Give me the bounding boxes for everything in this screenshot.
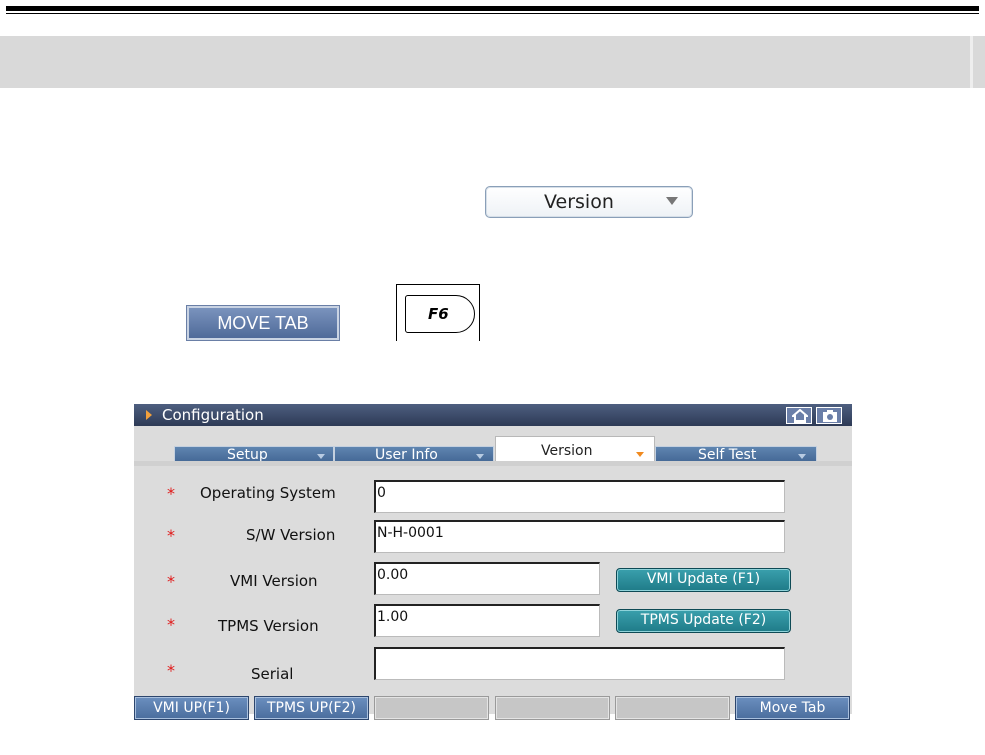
form-row-operating-system: * Operating System 0 — [134, 478, 852, 518]
required-marker: * — [167, 615, 175, 634]
tpms-up-f2-button[interactable]: TPMS UP(F2) — [254, 696, 369, 720]
play-icon — [146, 410, 152, 420]
camera-button[interactable] — [816, 407, 842, 424]
configuration-window: Configuration Setup User Info Version Se… — [134, 404, 852, 720]
required-marker: * — [167, 484, 175, 503]
window-title-bar: Configuration — [134, 404, 852, 426]
chevron-down-icon — [666, 197, 678, 205]
chevron-down-icon — [798, 454, 806, 459]
required-marker: * — [167, 572, 175, 591]
version-dropdown-label: Version — [544, 191, 614, 213]
function-key-bar: VMI UP(F1) TPMS UP(F2) Move Tab — [134, 696, 852, 720]
form-row-tpms-version: * TPMS Version 1.00 TPMS Update (F2) — [134, 604, 852, 644]
window-title: Configuration — [162, 406, 264, 424]
required-marker: * — [167, 526, 175, 545]
function-key-empty-3[interactable] — [374, 696, 489, 720]
form-row-vmi-version: * VMI Version 0.00 VMI Update (F1) — [134, 562, 852, 602]
sw-version-field[interactable]: N-H-0001 — [374, 520, 785, 553]
chevron-down-icon — [317, 454, 325, 459]
vmi-up-f1-button[interactable]: VMI UP(F1) — [134, 696, 249, 720]
move-tab-button-sample[interactable]: MOVE TAB — [186, 305, 340, 341]
serial-field[interactable] — [374, 647, 785, 680]
f6-key-label: F6 — [428, 305, 449, 323]
chevron-down-icon — [636, 452, 644, 457]
vmi-version-label: VMI Version — [230, 572, 318, 590]
home-button[interactable] — [786, 407, 812, 424]
tab-strip: Setup User Info Version Self Test — [134, 426, 852, 466]
move-tab-button[interactable]: Move Tab — [735, 696, 850, 720]
section-band-edge — [970, 36, 973, 88]
operating-system-label: Operating System — [200, 484, 336, 502]
camera-icon — [823, 410, 837, 422]
section-band — [0, 36, 985, 88]
header-rule-thick — [6, 6, 979, 11]
form-row-serial: * Serial — [134, 646, 852, 686]
chevron-down-icon — [476, 454, 484, 459]
operating-system-field[interactable]: 0 — [374, 480, 785, 513]
home-icon — [792, 409, 808, 423]
serial-label: Serial — [251, 665, 294, 683]
header-rule-thin — [6, 13, 979, 14]
function-key-empty-4[interactable] — [495, 696, 610, 720]
sw-version-label: S/W Version — [246, 526, 336, 544]
required-marker: * — [167, 661, 175, 680]
vmi-update-button[interactable]: VMI Update (F1) — [616, 568, 791, 592]
tpms-version-field[interactable]: 1.00 — [374, 604, 600, 637]
function-key-empty-5[interactable] — [615, 696, 730, 720]
tpms-update-button[interactable]: TPMS Update (F2) — [616, 609, 791, 633]
tab-version-label: Version — [541, 443, 593, 459]
vmi-version-field[interactable]: 0.00 — [374, 562, 600, 595]
form-row-sw-version: * S/W Version N-H-0001 — [134, 520, 852, 560]
tpms-version-label: TPMS Version — [218, 617, 319, 635]
tab-strip-base — [134, 461, 852, 466]
f6-key-cap: F6 — [405, 295, 475, 333]
version-dropdown-sample[interactable]: Version — [485, 186, 693, 218]
f6-key-sample: F6 — [396, 284, 480, 341]
